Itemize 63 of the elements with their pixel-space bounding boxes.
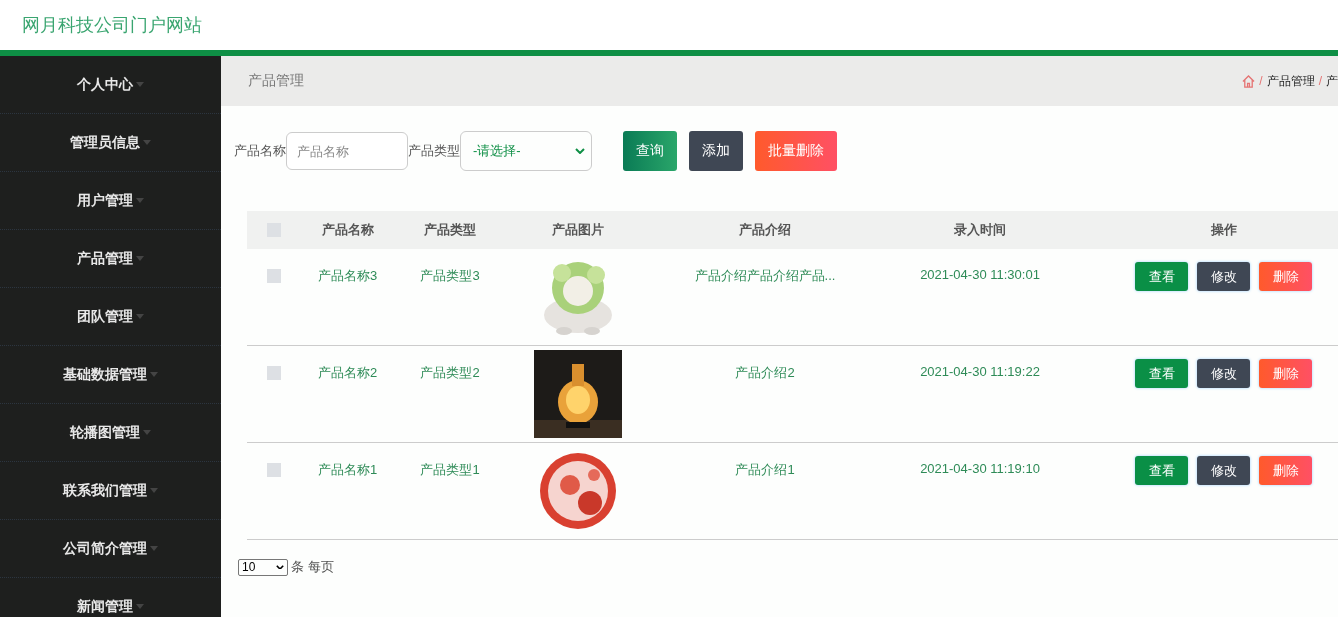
breadcrumb-separator: /	[1259, 74, 1263, 88]
caret-icon	[150, 546, 158, 551]
checkbox[interactable]	[266, 463, 281, 477]
sidebar-item[interactable]: 用户管理	[0, 172, 221, 230]
edit-button[interactable]: 修改	[1197, 456, 1250, 485]
column-header: 产品类型	[423, 221, 477, 239]
search-button[interactable]: 查询	[623, 131, 677, 171]
table-cell-text: 2021-04-30 11:19:22	[919, 363, 1041, 379]
table-cell-text: 产品类型1	[419, 461, 481, 479]
caret-icon	[150, 372, 158, 377]
edit-button[interactable]: 修改	[1197, 359, 1250, 388]
checkbox[interactable]	[266, 269, 281, 283]
table-cell-text: 产品类型2	[419, 364, 481, 382]
table-cell-text: 产品介绍2	[734, 364, 796, 382]
sidebar-item[interactable]: 公司简介管理	[0, 520, 221, 578]
caret-icon	[143, 140, 151, 145]
caret-icon	[136, 82, 144, 87]
table-cell-text: 2021-04-30 11:30:01	[919, 266, 1041, 282]
view-button[interactable]: 查看	[1135, 456, 1188, 485]
caret-icon	[150, 488, 158, 493]
sidebar-item[interactable]: 团队管理	[0, 288, 221, 346]
table-cell-text: 产品名称3	[316, 267, 379, 285]
table-cell-text: 产品类型3	[419, 267, 481, 285]
column-header: 产品图片	[550, 221, 605, 239]
column-header: 产品介绍	[738, 221, 792, 239]
breadcrumb-link[interactable]: 产品管理	[1266, 72, 1315, 90]
field-label: 产品类型	[408, 142, 460, 160]
home-icon[interactable]	[1242, 74, 1256, 88]
caret-icon	[136, 256, 144, 261]
sidebar-item[interactable]: 新闻管理	[0, 578, 221, 617]
caret-icon	[143, 430, 151, 435]
breadcrumb-separator: /	[1318, 74, 1322, 88]
column-header: 录入时间	[953, 221, 1007, 239]
site-title: 网月科技公司门户网站	[22, 14, 202, 37]
table-cell-text: 2021-04-30 11:19:10	[919, 460, 1041, 476]
page-size-label: 条 每页	[291, 558, 334, 576]
page-size-select[interactable]: 10	[238, 558, 288, 576]
type-select[interactable]: -请选择-	[460, 131, 592, 171]
chevron-icon	[276, 564, 284, 570]
sidebar-item[interactable]: 联系我们管理	[0, 462, 221, 520]
sidebar-item[interactable]: 基础数据管理	[0, 346, 221, 404]
field-label: 产品名称	[234, 142, 286, 160]
page-title: 产品管理	[248, 72, 304, 90]
table-cell-text: 产品介绍1	[734, 461, 796, 479]
caret-icon	[136, 314, 144, 319]
chevron-icon	[575, 148, 585, 154]
table-cell-text: 产品介绍产品介绍产品...	[693, 267, 837, 285]
caret-icon	[136, 198, 144, 203]
sidebar-item[interactable]: 产品管理	[0, 230, 221, 288]
table-cell-text: 产品名称2	[316, 364, 379, 382]
view-button[interactable]: 查看	[1135, 262, 1188, 291]
view-button[interactable]: 查看	[1135, 359, 1188, 388]
name-input[interactable]: 产品名称	[286, 132, 408, 170]
sidebar-item[interactable]: 轮播图管理	[0, 404, 221, 462]
checkbox[interactable]	[266, 366, 281, 380]
column-header: 产品名称	[320, 221, 375, 239]
add-button[interactable]: 添加	[689, 131, 743, 171]
column-header: 操作	[1209, 221, 1238, 239]
caret-icon	[136, 604, 144, 609]
breadcrumb-link[interactable]: 产	[1326, 72, 1338, 90]
sidebar-item[interactable]: 管理员信息	[0, 114, 221, 172]
edit-button[interactable]: 修改	[1197, 262, 1250, 291]
table-cell-text: 产品名称1	[316, 461, 379, 479]
